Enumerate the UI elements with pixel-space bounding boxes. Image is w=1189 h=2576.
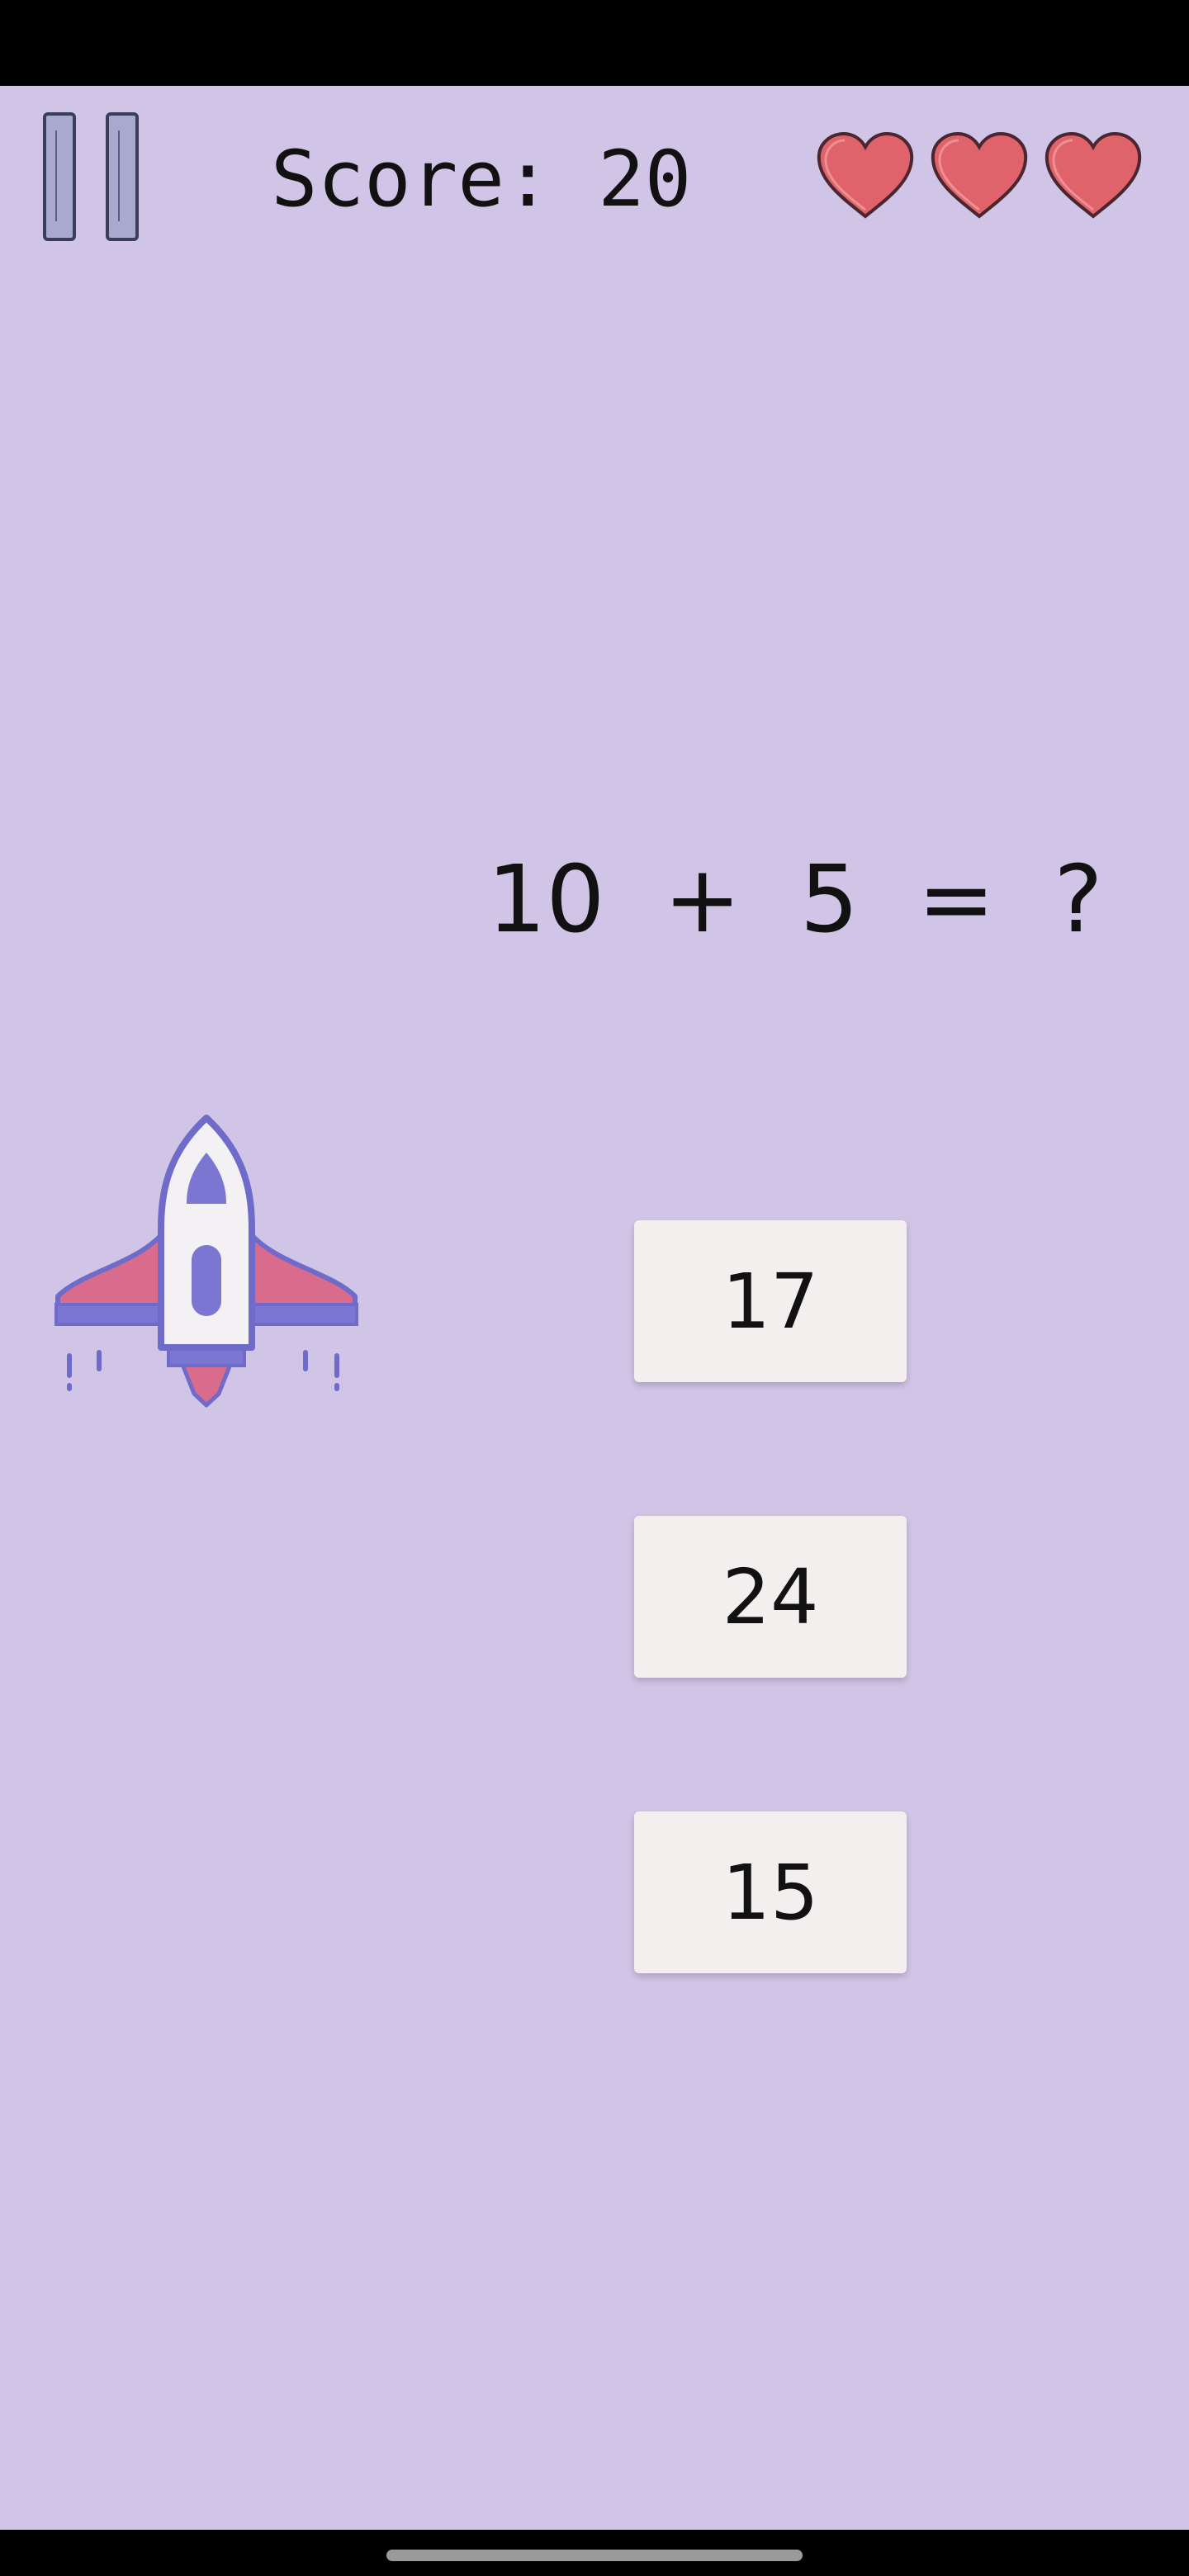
- math-question: 10 + 5 = ?: [487, 842, 1103, 958]
- operator: +: [663, 846, 741, 954]
- answer-button[interactable]: 24: [634, 1516, 907, 1678]
- status-bar: [0, 0, 1189, 86]
- rocket-icon: [54, 1115, 358, 1408]
- heart-icon: [931, 131, 1028, 219]
- operand-b: 5: [799, 846, 860, 954]
- lives-indicator: [814, 130, 1144, 223]
- operand-a: 10: [487, 846, 605, 954]
- pause-icon-right-bar: [106, 112, 139, 241]
- score-label: Score:: [271, 135, 552, 225]
- home-gesture-handle[interactable]: [386, 2550, 803, 2561]
- answer-button[interactable]: 15: [634, 1811, 907, 1973]
- score-display: Score: 20: [271, 130, 691, 230]
- equals-sign: =: [917, 846, 996, 954]
- answer-button[interactable]: 17: [634, 1220, 907, 1382]
- heart-icon: [817, 131, 914, 219]
- heart-icon: [1045, 131, 1142, 219]
- unknown-value: ?: [1054, 846, 1103, 954]
- pause-icon-left-bar: [43, 112, 76, 241]
- score-value: 20: [598, 135, 692, 225]
- pause-button[interactable]: [41, 112, 145, 246]
